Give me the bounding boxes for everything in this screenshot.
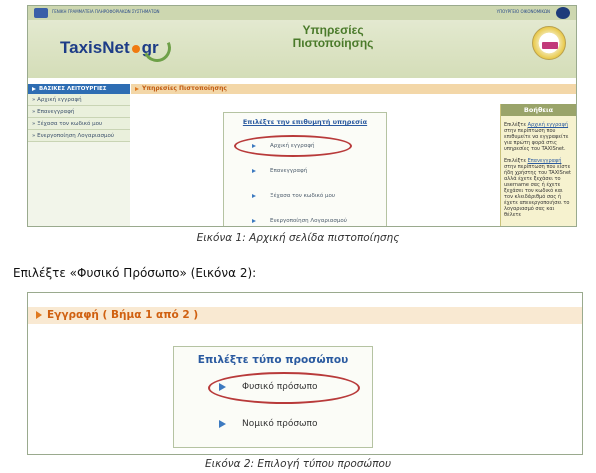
sidebar: » Αρχική εγγραφή » Επανεγγραφή » Ξέχασα … [28, 94, 130, 226]
bullet-arrow-icon [252, 168, 256, 173]
sidebar-item-re-registration[interactable]: » Επανεγγραφή [28, 106, 130, 118]
sidebar-heading-text: ΒΑΣΙΚΕΣ ΛΕΙΤΟΥΡΓΙΕΣ [39, 86, 107, 92]
gov-text: ΓΕΝΙΚΗ ΓΡΑΜΜΑΤΕΙΑ ΠΛΗΡΟΦΟΡΙΑΚΩΝ ΣΥΣΤΗΜΑΤ… [52, 9, 160, 14]
help-text-span: στην περίπτωση που επιθυμείτε να εγγραφε… [504, 128, 569, 152]
sidebar-item-label: Αρχική εγγραφή [37, 97, 82, 103]
help-paragraph-1: Επιλέξτε Αρχική εγγραφή στην περίπτωση π… [504, 122, 573, 152]
header-title-line2: Πιστοποίησης [292, 36, 374, 50]
choice-label: Επανεγγραφή [270, 168, 308, 174]
help-paragraph-2: Επιλέξτε Επανεγγραφή στην περίπτωση που … [504, 158, 573, 218]
breadcrumb: Υπηρεσίες Πιστοποίησης [131, 84, 576, 94]
step-title-text: Εγγραφή ( Βήμα 1 από 2 ) [47, 309, 199, 321]
ministry-logo-icon [556, 7, 570, 19]
help-panel: Βοήθεια Επιλέξτε Αρχική εγγραφή στην περ… [500, 104, 576, 226]
option-legal-entity[interactable]: Νομικό πρόσωπο [219, 419, 318, 429]
help-text: Επιλέξτε Αρχική εγγραφή στην περίπτωση π… [501, 116, 576, 218]
site-header: ΓΕΝΙΚΗ ΓΡΑΜΜΑΤΕΙΑ ΠΛΗΡΟΦΟΡΙΑΚΩΝ ΣΥΣΤΗΜΑΤ… [28, 6, 576, 78]
help-title: Βοήθεια [501, 104, 576, 116]
person-type-title: Επιλέξτε τύπο προσώπου [197, 354, 349, 366]
step-header-bar: Εγγραφή ( Βήμα 1 από 2 ) [28, 307, 582, 324]
ministry-text: ΥΠΟΥΡΓΕΙΟ ΟΙΚΟΝΟΜΙΚΩΝ [496, 9, 550, 14]
seal-logo-icon [532, 26, 566, 60]
instruction-text: Επιλέξτε «Φυσικό Πρόσωπο» (Εικόνα 2): [13, 266, 257, 280]
breadcrumb-text: Υπηρεσίες Πιστοποίησης [142, 85, 227, 92]
highlight-ellipse [234, 135, 352, 157]
service-choice-box: Επιλέξτε την επιθυμητή υπηρεσία Αρχική ε… [223, 112, 387, 226]
arrow-icon [135, 86, 139, 91]
arrow-icon [32, 86, 36, 91]
sidebar-item-label: Ενεργοποίηση Λογαριασμού [37, 133, 115, 139]
header-title: Υπηρεσίες Πιστοποίησης [278, 24, 388, 50]
option-label: Νομικό πρόσωπο [242, 419, 318, 429]
bullet-arrow-icon [252, 193, 256, 198]
logo-main-text: TaxisNet [60, 38, 130, 57]
help-text-span: στην περίπτωση που είστε ήδη χρήστης του… [504, 164, 572, 218]
seal-badge-icon [542, 42, 558, 49]
choice-label: Ξέχασα τον κωδικό μου [270, 193, 336, 199]
figure-1-screenshot: ΓΕΝΙΚΗ ΓΡΑΜΜΑΤΕΙΑ ΠΛΗΡΟΦΟΡΙΑΚΩΝ ΣΥΣΤΗΜΑΤ… [27, 5, 577, 227]
choice-activate-account[interactable]: Ενεργοποίηση Λογαριασμού [252, 218, 347, 224]
top-nav: ΒΑΣΙΚΕΣ ΛΕΙΤΟΥΡΓΙΕΣ Υπηρεσίες Πιστοποίησ… [28, 84, 576, 94]
logo-swoosh-icon [139, 30, 175, 66]
choice-label: Ενεργοποίηση Λογαριασμού [270, 218, 347, 224]
choice-re-registration[interactable]: Επανεγγραφή [252, 168, 307, 174]
gov-emblem-icon [34, 8, 48, 18]
step-title: Εγγραφή ( Βήμα 1 από 2 ) [36, 309, 198, 321]
figure-1-caption: Εικόνα 1: Αρχική σελίδα πιστοποίησης [196, 232, 400, 244]
sidebar-item-label: Ξέχασα τον κωδικό μου [37, 121, 103, 127]
bullet-arrow-icon [252, 218, 256, 223]
choice-forgot-password[interactable]: Ξέχασα τον κωδικό μου [252, 193, 335, 199]
choice-box-title: Επιλέξτε την επιθυμητή υπηρεσία [242, 118, 368, 126]
sidebar-item-label: Επανεγγραφή [37, 109, 75, 115]
figure-2-caption: Εικόνα 2: Επιλογή τύπου προσώπου [204, 458, 392, 470]
logo-dot-icon [131, 44, 140, 53]
bullet-arrow-icon [219, 419, 226, 428]
main-content: Επιλέξτε την επιθυμητή υπηρεσία Αρχική ε… [131, 94, 576, 226]
sidebar-item-initial-registration[interactable]: » Αρχική εγγραφή [28, 94, 130, 106]
person-type-box: Επιλέξτε τύπο προσώπου Φυσικό πρόσωπο Νο… [173, 346, 373, 448]
sidebar-heading: ΒΑΣΙΚΕΣ ΛΕΙΤΟΥΡΓΙΕΣ [28, 84, 130, 94]
highlight-ellipse [208, 372, 360, 404]
figure-2-screenshot: Εγγραφή ( Βήμα 1 από 2 ) Επιλέξτε τύπο π… [27, 292, 583, 455]
arrow-icon [36, 311, 42, 319]
sidebar-item-forgot-password[interactable]: » Ξέχασα τον κωδικό μου [28, 118, 130, 130]
sidebar-item-activate-account[interactable]: » Ενεργοποίηση Λογαριασμού [28, 130, 130, 142]
